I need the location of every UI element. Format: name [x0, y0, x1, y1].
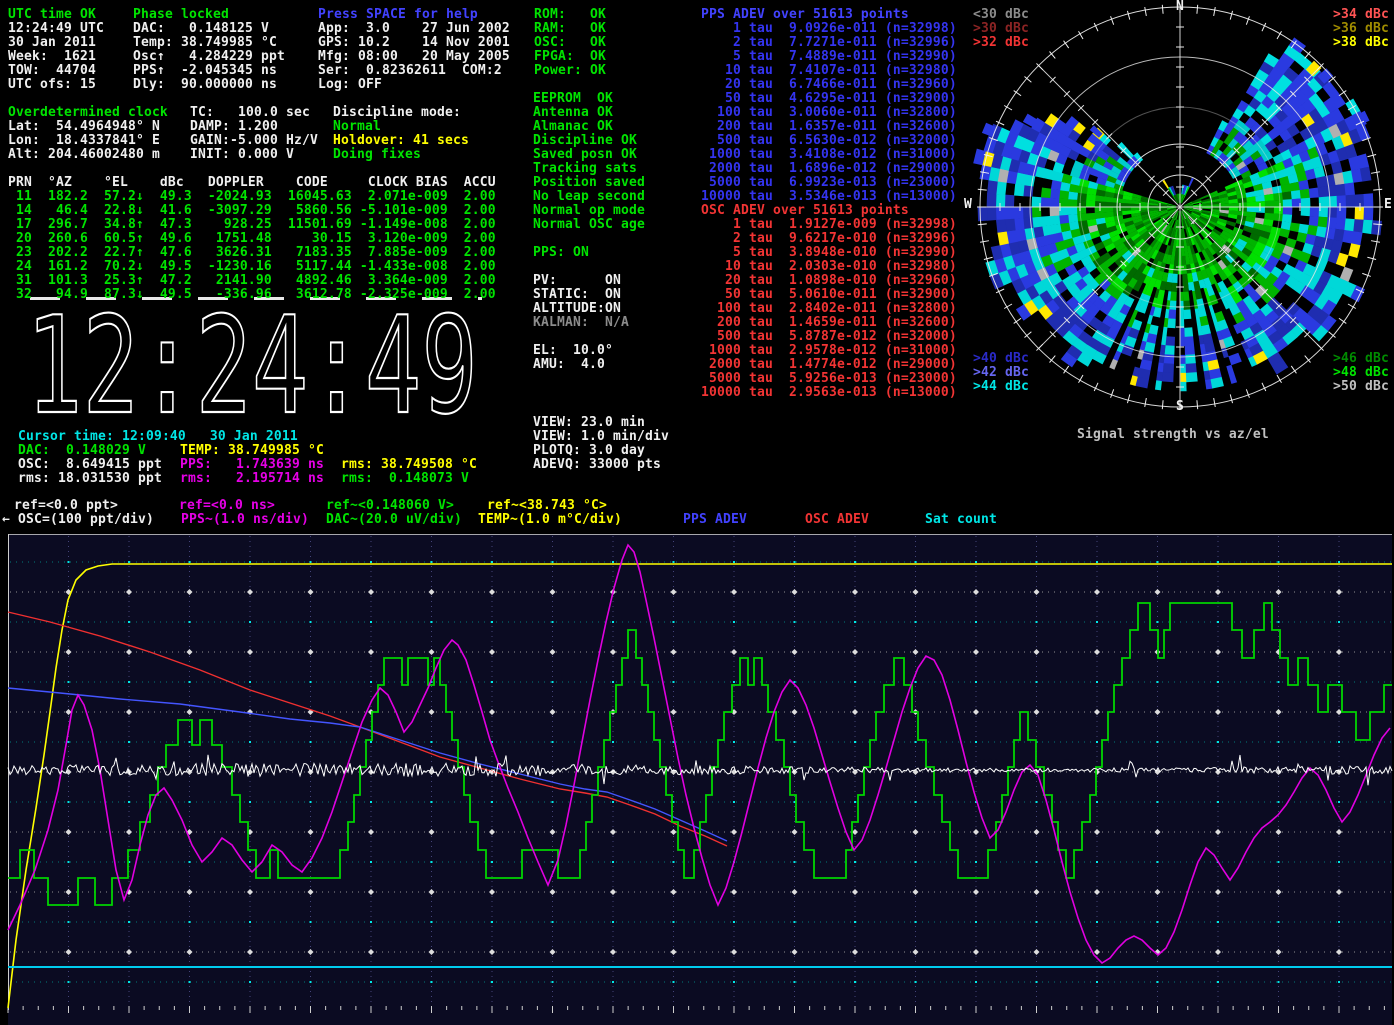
legend-gt42: >42 dBc	[973, 366, 1029, 380]
cursor-time: Cursor time: 12:09:40 30 Jan 2011	[18, 430, 298, 444]
loop-params: TC: 100.0 sec DAMP: 1.200 GAIN:-5.000 Hz…	[190, 106, 318, 162]
scale-dac: DAC~(20.0 uV/div)	[326, 513, 462, 527]
utc-time-block: 12:24:49 UTC 30 Jan 2011 Week: 1621 TOW:…	[8, 22, 104, 92]
phase-title: Phase locked	[133, 8, 229, 22]
polar-caption: Signal strength vs az/el	[1077, 428, 1269, 442]
scale-pps: PPS~(1.0 ns/div)	[181, 513, 309, 527]
view-block: VIEW: 23.0 min VIEW: 1.0 min/div PLOTQ: …	[533, 416, 669, 472]
legend-gt40: >40 dBc	[973, 352, 1029, 366]
plot-legend-sat-count: Sat count	[925, 513, 997, 527]
odc-title: Overdetermined clock	[8, 106, 168, 120]
lady-heather-screen: 12:24:49 UTC time OK12:24:49 UTC 30 Jan …	[0, 0, 1394, 1025]
ref-osc: ref=<0.0 ppt>	[14, 499, 118, 513]
cursor-dac: DAC: 0.148029 V	[18, 444, 146, 458]
legend-gt44: >44 dBc	[973, 380, 1029, 394]
pps-mode: PPS: ON	[533, 246, 589, 260]
legend-gt50: >50 dBc	[1333, 380, 1389, 394]
cursor-rms-temp: rms: 38.749508 °C	[341, 458, 477, 472]
legend-gt32: >32 dBc	[973, 36, 1029, 50]
ref-dac: ref~<0.148060 V>	[326, 499, 454, 513]
position-block: Lat: 54.4964948° N Lon: 18.4337841° E Al…	[8, 120, 160, 162]
holdover-status: Holdover: 41 secs	[333, 134, 469, 148]
utc-status-title: UTC time OK	[8, 8, 96, 22]
receiver-info: App: 3.0 27 Jun 2002 GPS: 10.2 14 Nov 20…	[318, 22, 510, 92]
phase-block: DAC: 0.148125 V Temp: 38.749985 °C Osc↑ …	[133, 22, 285, 92]
text-layer: UTC time OK12:24:49 UTC 30 Jan 2011 Week…	[0, 0, 1394, 1025]
hw-status: ROM: OK RAM: OK OSC: OK FPGA: OK Power: …	[534, 8, 606, 78]
ref-temp: ref~<38.743 °C>	[487, 499, 607, 513]
cursor-rms-dac: rms: 0.148073 V	[341, 472, 469, 486]
cursor-rms-osc: rms: 18.031530 ppt	[18, 472, 162, 486]
legend-gt36: >36 dBc	[1333, 22, 1389, 36]
pps-adev-title: PPS ADEV over 51613 points	[701, 8, 909, 22]
filter-block: PV: ON STATIC: ON ALTITUDE:ON	[533, 274, 621, 316]
legend-gt48: >48 dBc	[1333, 366, 1389, 380]
kalman-status: KALMAN: N/A	[533, 316, 629, 330]
pps-adev-rows: 1 tau 9.0926e-011 (n=32998) 2 tau 7.7271…	[701, 22, 957, 204]
plot-legend-osc-adev: OSC ADEV	[805, 513, 869, 527]
osc-adev-rows: 1 tau 1.9127e-009 (n=32998) 2 tau 9.6217…	[701, 218, 957, 400]
help-title: Press SPACE for help	[318, 8, 478, 22]
gps-status: EEPROM OK Antenna OK Almanac OK Discipli…	[533, 92, 645, 232]
cursor-pps: PPS: 1.743639 ns	[180, 458, 324, 472]
compass-n: N	[1176, 0, 1184, 14]
cursor-osc: OSC: 8.649415 ppt	[18, 458, 162, 472]
compass-w: W	[964, 198, 972, 212]
compass-e: E	[1384, 198, 1392, 212]
compass-s: S	[1176, 400, 1184, 414]
sat-table-header: PRN °AZ °EL dBc DOPPLER CODE CLOCK BIAS …	[8, 176, 504, 190]
fixes-status: Doing fixes	[333, 148, 421, 162]
cursor-rms-pps: rms: 2.195714 ns	[180, 472, 324, 486]
sat-table-rows: 11 182.2 57.2↓ 49.3 -2024.93 16045.63 2.…	[8, 190, 496, 302]
ref-pps: ref=<0.0 ns>	[179, 499, 275, 513]
cursor-temp: TEMP: 38.749985 °C	[180, 444, 324, 458]
legend-gt30: >30 dBc	[973, 22, 1029, 36]
legend-gt46: >46 dBc	[1333, 352, 1389, 366]
legend-lt30: <30 dBc	[973, 8, 1029, 22]
osc-adev-title: OSC ADEV over 51613 points	[701, 204, 909, 218]
plot-legend-pps-adev: PPS ADEV	[683, 513, 747, 527]
legend-gt38: >38 dBc	[1333, 36, 1389, 50]
legend-gt34: >34 dBc	[1333, 8, 1389, 22]
discipline-mode-value: Normal	[333, 120, 381, 134]
mask-block: EL: 10.0° AMU: 4.0	[533, 344, 613, 372]
scale-osc: ← OSC=(100 ppt/div)	[2, 513, 154, 527]
scale-temp: TEMP~(1.0 m°C/div)	[478, 513, 622, 527]
discipline-mode-label: Discipline mode:	[333, 106, 461, 120]
